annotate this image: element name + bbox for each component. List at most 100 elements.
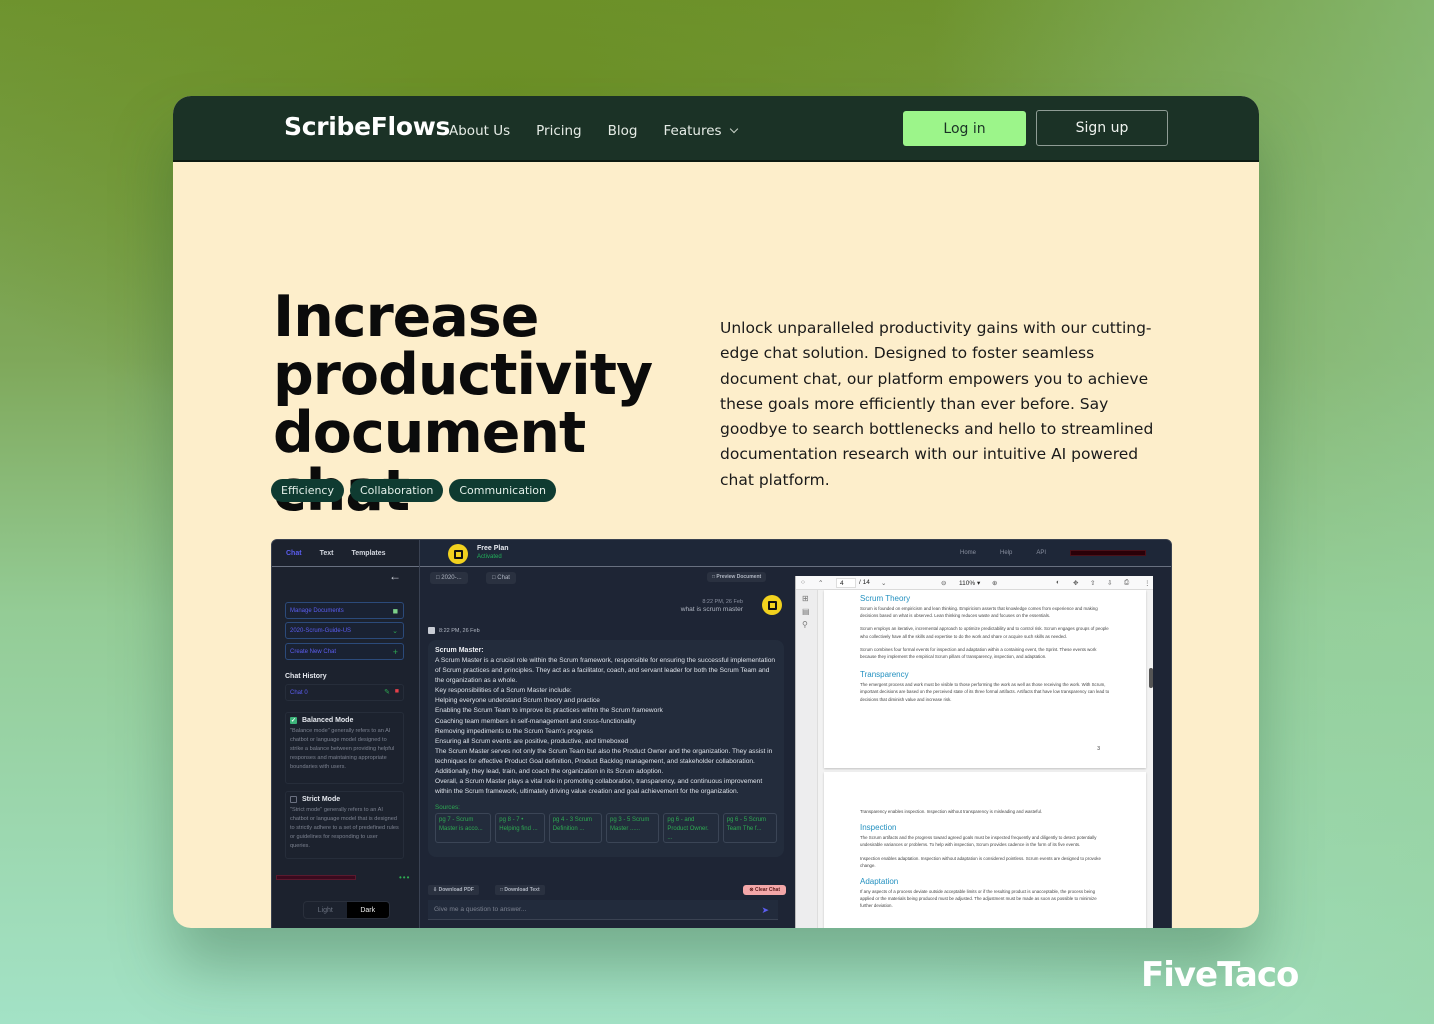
pdf-paragraph: Scrum combines four formal events for in… <box>860 646 1097 660</box>
site-logo[interactable]: ScribeFlows <box>284 112 450 141</box>
answer-line: Ensuring all Scrum events are positive, … <box>435 737 629 745</box>
nav-blog[interactable]: Blog <box>608 123 638 139</box>
back-arrow-icon[interactable]: ← <box>389 569 401 583</box>
hero-title-line: productivity <box>273 342 653 408</box>
redacted-user-email <box>276 875 356 880</box>
nav-about-us[interactable]: About Us <box>449 123 510 139</box>
sources-list: pg 7 - Scrum Master is acco... pg 8 - 7 … <box>435 813 778 844</box>
rotate-icon[interactable]: ◐ <box>1056 579 1060 586</box>
document-chip[interactable]: □ 2020-... <box>430 572 468 584</box>
previous-page-icon[interactable]: ⌃ <box>818 579 823 587</box>
download-text-label: Download Text <box>504 887 540 893</box>
download-text-button[interactable]: □ Download Text <box>495 885 545 895</box>
pdf-heading: Adaptation <box>860 877 899 887</box>
hero-title-line: document chat <box>273 400 586 520</box>
nav-features[interactable]: Features <box>663 123 738 139</box>
zoom-select[interactable]: 110% ▾ <box>959 579 980 587</box>
download-pdf-label: Download PDF <box>438 887 474 893</box>
pdf-paragraph: Transparency enables inspection. Inspect… <box>860 809 1043 814</box>
checkbox-checked-icon[interactable]: ✓ <box>290 717 297 724</box>
source-card[interactable]: pg 8 - 7 • Helping find ... <box>495 813 545 844</box>
pdf-sidebar: ⊞ ▤ ⚲ <box>796 590 818 928</box>
theme-dark-option[interactable]: Dark <box>346 902 389 918</box>
theme-light-option[interactable]: Light <box>304 902 347 918</box>
app-right-edge <box>1153 576 1171 928</box>
answer-line: Key responsibilities of a Scrum Master i… <box>435 687 572 695</box>
document-select[interactable]: 2020-Scrum-Guide-US ⌄ <box>285 622 404 639</box>
chat-chip[interactable]: □ Chat <box>486 572 516 584</box>
zoom-in-icon[interactable]: ⊕ <box>992 579 997 587</box>
user-message-time: 8:22 PM, 26 Feb <box>702 599 743 605</box>
attachment-icon[interactable]: ⚲ <box>802 620 817 629</box>
source-card[interactable]: pg 6 - 5 Scrum Team The f... <box>722 813 778 844</box>
upload-icon[interactable]: ⇧ <box>1090 579 1095 587</box>
question-input[interactable]: Give me a question to answer... ➤ <box>428 900 778 920</box>
pdf-heading: Inspection <box>860 823 897 833</box>
outline-icon[interactable]: ▤ <box>802 607 817 616</box>
app-link-home[interactable]: Home <box>960 550 976 556</box>
thumbnails-icon[interactable]: ⊞ <box>802 594 817 603</box>
app-link-help[interactable]: Help <box>1000 550 1012 556</box>
signup-button[interactable]: Sign up <box>1036 110 1168 146</box>
chat-pane: □ 2020-... □ Chat □ Preview Document 8:2… <box>420 568 795 928</box>
tab-templates[interactable]: Templates <box>351 550 385 557</box>
send-icon[interactable]: ➤ <box>761 905 769 916</box>
answer-line: The Scrum Master serves not only the Scr… <box>435 747 773 776</box>
hero-title-line: Increase <box>273 284 539 350</box>
source-card[interactable]: pg 7 - Scrum Master is acco... <box>435 813 492 844</box>
chat-history-title: Chat History <box>285 673 327 680</box>
pdf-paragraph: The emergent process and work must be vi… <box>860 682 1110 702</box>
download-pdf-button[interactable]: ⇩ Download PDF <box>428 885 479 895</box>
watermark-logo: FiveTaco <box>1141 955 1299 995</box>
bot-icon <box>428 627 435 634</box>
tab-text[interactable]: Text <box>320 550 334 557</box>
manage-documents-label: Manage Documents <box>290 608 344 614</box>
pdf-paragraph: Inspection enables adaptation. Inspectio… <box>860 855 1101 868</box>
checkbox-unchecked-icon[interactable] <box>290 796 297 803</box>
website-card: ScribeFlows About Us Pricing Blog Featur… <box>173 96 1259 928</box>
more-options-icon[interactable]: ••• <box>399 873 410 882</box>
tag-communication: Communication <box>449 479 557 502</box>
balanced-mode-toggle[interactable]: ✓ Balanced Mode <box>290 717 399 724</box>
next-page-icon[interactable]: ⌄ <box>881 579 886 587</box>
create-new-chat-button[interactable]: Create New Chat + <box>285 643 404 660</box>
pdf-page: Transparency enables inspection. Inspect… <box>824 772 1146 928</box>
app-link-api[interactable]: API <box>1036 550 1046 556</box>
app-preview: Chat Text Templates ← Manage Documents ■… <box>271 539 1172 928</box>
pdf-page-number: 3 <box>1097 746 1100 752</box>
chat-history-item[interactable]: Chat 0 ✎ ■ <box>285 684 404 701</box>
user-avatar <box>762 595 782 615</box>
source-card[interactable]: pg 4 - 3 Scrum Definition ... <box>548 813 603 844</box>
strict-mode-toggle[interactable]: Strict Mode <box>290 796 399 803</box>
edit-icon[interactable]: ✎ <box>384 688 390 696</box>
pdf-paragraph: Scrum employs an iterative, incremental … <box>860 626 1109 639</box>
nav-pricing[interactable]: Pricing <box>536 123 582 139</box>
app-topbar: Free Plan Activated Home Help API <box>420 540 1171 567</box>
pdf-paragraph: If any aspects of a process deviate outs… <box>860 889 1097 909</box>
plan-status: Activated <box>477 554 502 560</box>
move-icon[interactable]: ✥ <box>1073 579 1078 587</box>
print-icon[interactable]: ⎙ <box>1124 579 1129 587</box>
answer-line: Overall, a Scrum Master plays a vital ro… <box>435 778 763 796</box>
question-input-placeholder: Give me a question to answer... <box>434 906 527 913</box>
download-icon[interactable]: ⇩ <box>1107 579 1112 587</box>
preview-document-button[interactable]: □ Preview Document <box>707 572 767 582</box>
document-select-value: 2020-Scrum-Guide-US <box>290 628 352 634</box>
tab-chat[interactable]: Chat <box>286 550 302 557</box>
clear-chat-button[interactable]: ⊗ Clear Chat <box>743 885 786 895</box>
app-logo-icon <box>448 544 468 564</box>
source-card[interactable]: pg 3 - 5 Scrum Master ...... <box>606 813 660 844</box>
source-card[interactable]: pg 6 - and Product Owner. ... <box>663 813 719 844</box>
login-button[interactable]: Log in <box>903 111 1026 146</box>
folder-icon: ■ <box>392 606 398 616</box>
search-icon[interactable]: ○ <box>801 579 805 586</box>
more-menu-icon[interactable]: ⋮ <box>1144 579 1151 587</box>
answer-line: Enabling the Scrum Team to improve its p… <box>435 707 663 715</box>
manage-documents-button[interactable]: Manage Documents ■ <box>285 602 404 619</box>
page-number-input[interactable]: 4 <box>836 578 856 588</box>
tag-efficiency: Efficiency <box>271 479 344 502</box>
zoom-out-icon[interactable]: ⊖ <box>941 579 946 587</box>
user-message: what is scrum master <box>680 606 743 613</box>
strict-mode-panel: Strict Mode "Strict mode" generally refe… <box>285 791 404 859</box>
trash-icon[interactable]: ■ <box>395 688 399 695</box>
